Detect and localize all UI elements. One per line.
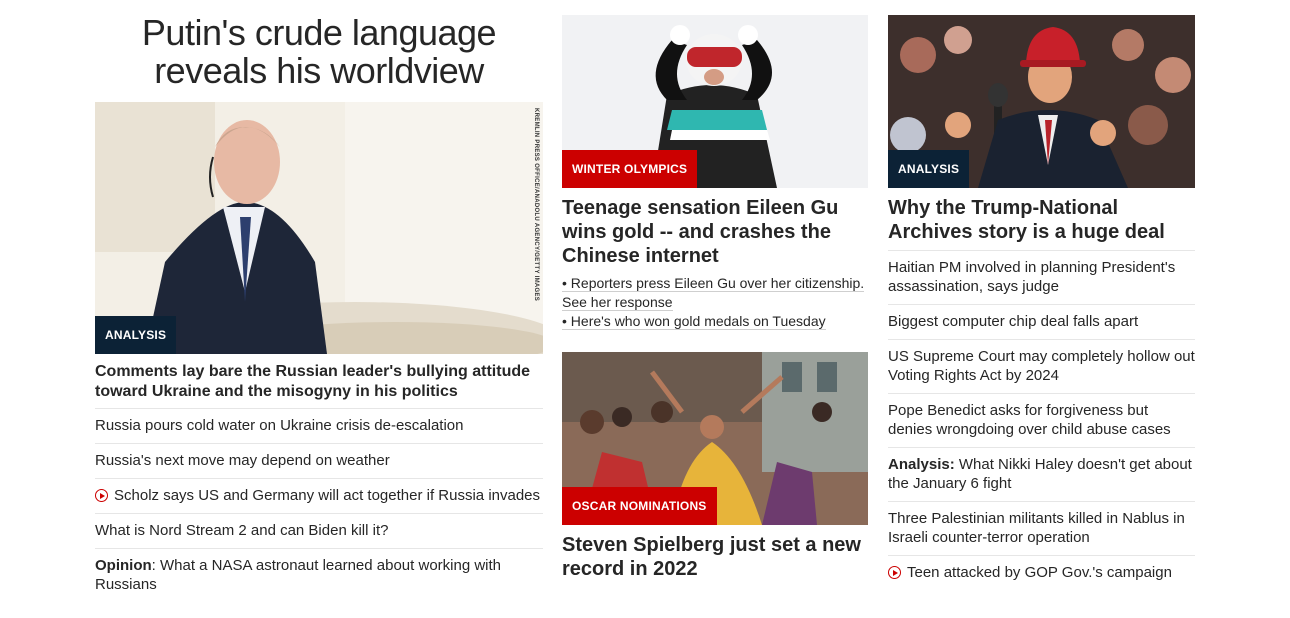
list-item-text: Teen attacked by GOP Gov.'s campaign xyxy=(907,564,1172,581)
analysis-prefix: Analysis: xyxy=(888,456,955,473)
list-item[interactable]: Russia pours cold water on Ukraine crisi… xyxy=(95,408,543,443)
list-item-text: Russia's next move may depend on weather xyxy=(95,452,390,469)
related-links-list: Russia pours cold water on Ukraine crisi… xyxy=(95,408,543,602)
list-item[interactable]: Opinion: What a NASA astronaut learned a… xyxy=(95,548,543,602)
middle-column: WINTER OLYMPICS Teenage sensation Eileen… xyxy=(562,0,868,587)
bullet-link[interactable]: • Reporters press Eileen Gu over her cit… xyxy=(562,274,868,312)
lead-story-column: Putin's crude language reveals his world… xyxy=(95,0,543,602)
analysis-label[interactable]: ANALYSIS xyxy=(95,316,177,354)
lead-story-title[interactable]: Putin's crude language reveals his world… xyxy=(95,14,543,90)
oscar-nominations-label[interactable]: OSCAR NOMINATIONS xyxy=(562,487,717,525)
list-item-text: Russia pours cold water on Ukraine crisi… xyxy=(95,417,464,434)
list-item[interactable]: Three Palestinian militants killed in Na… xyxy=(888,501,1195,555)
eileen-gu-photo[interactable]: WINTER OLYMPICS xyxy=(562,15,868,188)
play-icon xyxy=(888,566,901,579)
right-links-list: Haitian PM involved in planning Presiden… xyxy=(888,250,1195,590)
image-credit: KREMLIN PRESS OFFICE/ANADOLU AGENCY/GETT… xyxy=(533,108,539,302)
list-item[interactable]: US Supreme Court may completely hollow o… xyxy=(888,339,1195,393)
trump-archives-headline[interactable]: Why the Trump-National Archives story is… xyxy=(888,196,1195,244)
list-item-text: Scholz says US and Germany will act toge… xyxy=(114,487,541,504)
spielberg-photo[interactable]: OSCAR NOMINATIONS xyxy=(562,352,868,525)
list-item-text: Pope Benedict asks for forgiveness but d… xyxy=(888,402,1171,438)
lead-story-headline[interactable]: Comments lay bare the Russian leader's b… xyxy=(95,362,543,402)
list-item[interactable]: Scholz says US and Germany will act toge… xyxy=(95,478,543,513)
list-item[interactable]: Pope Benedict asks for forgiveness but d… xyxy=(888,393,1195,447)
list-item[interactable]: Teen attacked by GOP Gov.'s campaign xyxy=(888,555,1195,590)
list-item-text: US Supreme Court may completely hollow o… xyxy=(888,348,1195,384)
list-item[interactable]: Russia's next move may depend on weather xyxy=(95,443,543,478)
list-item-text: Three Palestinian militants killed in Na… xyxy=(888,510,1185,546)
eileen-gu-bullets: • Reporters press Eileen Gu over her cit… xyxy=(562,274,868,331)
winter-olympics-label[interactable]: WINTER OLYMPICS xyxy=(562,150,698,188)
play-icon xyxy=(95,489,108,502)
list-item-text: : What a NASA astronaut learned about wo… xyxy=(95,557,502,593)
list-item[interactable]: Biggest computer chip deal falls apart xyxy=(888,304,1195,339)
list-item[interactable]: What is Nord Stream 2 and can Biden kill… xyxy=(95,513,543,548)
opinion-prefix: Opinion xyxy=(95,557,152,574)
spielberg-headline[interactable]: Steven Spielberg just set a new record i… xyxy=(562,533,868,581)
right-column: ANALYSIS Why the Trump-National Archives… xyxy=(888,0,1195,590)
analysis-label[interactable]: ANALYSIS xyxy=(888,150,970,188)
bullet-link[interactable]: • Here's who won gold medals on Tuesday xyxy=(562,312,868,331)
list-item[interactable]: Analysis: What Nikki Haley doesn't get a… xyxy=(888,447,1195,501)
list-item[interactable]: Haitian PM involved in planning Presiden… xyxy=(888,250,1195,304)
list-item-text: What is Nord Stream 2 and can Biden kill… xyxy=(95,522,389,539)
putin-photo[interactable]: KREMLIN PRESS OFFICE/ANADOLU AGENCY/GETT… xyxy=(95,102,543,354)
list-item-text: Biggest computer chip deal falls apart xyxy=(888,313,1139,330)
eileen-gu-headline[interactable]: Teenage sensation Eileen Gu wins gold --… xyxy=(562,196,868,268)
list-item-text: Haitian PM involved in planning Presiden… xyxy=(888,259,1176,295)
trump-photo[interactable]: ANALYSIS xyxy=(888,15,1195,188)
